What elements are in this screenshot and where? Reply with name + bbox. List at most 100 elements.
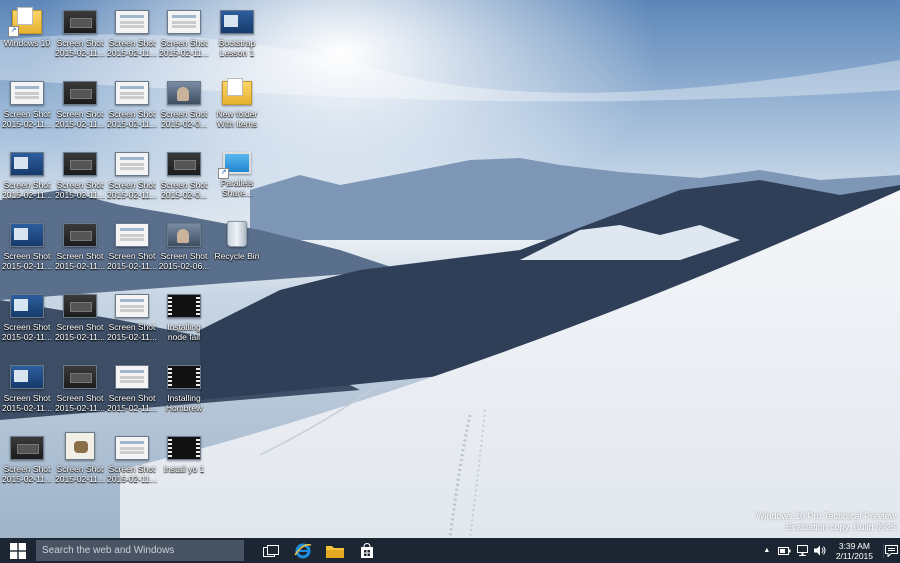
screenshot-thumbnail-icon	[63, 81, 97, 105]
icon-label-line2: 2015-02-11...	[55, 403, 105, 413]
desktop-icon[interactable]: Screen Shot 2015-02-11...	[53, 71, 107, 141]
desktop-icon[interactable]: Screen Shot 2015-02-11...	[0, 142, 54, 212]
desktop-icon[interactable]: Screen Shot 2015-02-11...	[105, 284, 159, 354]
screenshot-thumbnail-icon	[167, 223, 201, 247]
clock[interactable]: 3:39 AM 2/11/2015	[836, 541, 873, 561]
desktop-icon[interactable]: Bootstrap Lesson 1	[210, 0, 264, 70]
icon-label-line2: 2015-02-0...	[161, 190, 207, 200]
screenshot-thumbnail-icon	[115, 81, 149, 105]
desktop-icon[interactable]: Installing Hombrew	[157, 355, 211, 425]
desktop-icon-label: Screen Shot 2015-02-11...	[50, 251, 110, 271]
icon-label-line2: 2015-02-11...	[55, 474, 105, 484]
icon-label-line1: Install yo 1	[163, 464, 205, 474]
icon-label-line2: 2015-02-11...	[107, 48, 157, 58]
action-center-button[interactable]	[883, 543, 898, 558]
icon-label-line1: Screen Shot	[3, 180, 51, 190]
folder-icon	[326, 545, 344, 558]
desktop-icon-label: Screen Shot 2015-02-11...	[0, 109, 57, 129]
desktop-icon[interactable]: Recycle Bin	[210, 213, 264, 283]
desktop-icon[interactable]: Installing node fail	[157, 284, 211, 354]
desktop-icon-label: Recycle Bin	[207, 251, 267, 261]
icon-label-line1: Screen Shot	[108, 322, 156, 332]
screenshot-thumbnail-icon	[10, 223, 44, 247]
show-hidden-icons-button[interactable]: ▲	[760, 544, 774, 558]
desktop-icon[interactable]: Screen Shot 2015-02-11...	[105, 142, 159, 212]
icon-label-line2: 2015-02-11...	[2, 474, 52, 484]
screenshot-thumbnail-icon	[63, 10, 97, 34]
desktop-icon[interactable]: ↗ Windows 10	[0, 0, 54, 70]
screenshot-thumbnail-icon	[63, 294, 97, 318]
search-box[interactable]: Search the web and Windows	[36, 540, 244, 561]
desktop-icon[interactable]: Screen Shot 2015-02-11...	[0, 355, 54, 425]
screenshot-thumbnail-icon	[115, 152, 149, 176]
taskbar: Search the web and Windows ▲ 3:39 AM 2/1…	[0, 538, 900, 563]
desktop-icon[interactable]: Screen Shot 2015-02-11...	[105, 0, 159, 70]
network-status[interactable]	[796, 544, 810, 558]
volume-control[interactable]	[814, 544, 828, 558]
desktop-icon[interactable]: Screen Shot 2015-02-11...	[105, 355, 159, 425]
desktop-icon-label: Screen Shot 2015-02-11...	[50, 38, 110, 58]
icon-label-line2: 2015-02-11...	[2, 119, 52, 129]
icon-label-line1: Screen Shot	[160, 251, 208, 261]
desktop-icon-label: Screen Shot 2015-02-11...	[102, 464, 162, 484]
icon-label-line1: New folder	[216, 109, 258, 119]
notification-icon	[884, 544, 898, 557]
desktop-icon[interactable]: Screen Shot 2015-02-0...	[157, 142, 211, 212]
desktop-icon[interactable]: Install yo 1	[157, 426, 211, 496]
desktop-icon-label: Screen Shot 2015-02-11...	[0, 464, 57, 484]
search-placeholder: Search the web and Windows	[42, 545, 175, 556]
internet-explorer-button[interactable]	[288, 538, 318, 563]
battery-status[interactable]	[778, 544, 792, 558]
desktop-icon[interactable]: Screen Shot 2015-02-11...	[105, 213, 159, 283]
desktop-icon[interactable]: Screen Shot 2015-02-11...	[53, 426, 107, 496]
icon-label-line1: Screen Shot	[56, 180, 104, 190]
shortcut-arrow-icon: ↗	[218, 168, 229, 179]
desktop-icon-label: Install yo 1	[154, 464, 214, 474]
store-button[interactable]	[352, 538, 382, 563]
desktop-icon[interactable]: Screen Shot 2015-02-11...	[105, 71, 159, 141]
file-explorer-button[interactable]	[320, 538, 350, 563]
start-button[interactable]	[0, 538, 36, 563]
desktop-icon[interactable]: Screen Shot 2015-02-11...	[0, 284, 54, 354]
screenshot-thumbnail-icon	[115, 10, 149, 34]
desktop-icon[interactable]: Screen Shot 2015-02-06...	[157, 213, 211, 283]
speaker-icon	[814, 545, 826, 556]
battery-icon	[778, 546, 791, 555]
icon-label-line2: 2015-02-11...	[2, 190, 52, 200]
watermark-line1: Windows 10 Pro Technical Preview	[756, 511, 896, 521]
desktop-icon[interactable]: New folder With Items	[210, 71, 264, 141]
video-file-icon	[167, 436, 201, 460]
icon-label-line2: 2015-02-11...	[2, 403, 52, 413]
icon-label-line1: Parallels	[220, 178, 254, 188]
icon-label-line1: Screen Shot	[108, 180, 156, 190]
desktop-icon-label: Screen Shot 2015-02-11...	[50, 109, 110, 129]
desktop-icon[interactable]: Screen Shot 2015-02-11...	[53, 142, 107, 212]
icon-label-line2: 2015-02-11...	[107, 261, 157, 271]
desktop-icon-label: Screen Shot 2015-02-11...	[102, 109, 162, 129]
desktop-icon-label: Screen Shot 2015-02-11...	[102, 322, 162, 342]
desktop-icon[interactable]: Screen Shot 2015-02-11...	[157, 0, 211, 70]
desktop-icon[interactable]: Screen Shot 2015-02-11...	[0, 213, 54, 283]
desktop-icon[interactable]: Screen Shot 2015-02-11...	[0, 71, 54, 141]
desktop-icon[interactable]: Screen Shot 2015-02-11...	[53, 355, 107, 425]
screenshot-thumbnail-icon	[167, 10, 201, 34]
icon-label-line1: Screen Shot	[56, 109, 104, 119]
desktop-icon-label: Screen Shot 2015-02-11...	[0, 251, 57, 271]
screenshot-thumbnail-icon	[63, 365, 97, 389]
desktop-icon-label: Installing node fail	[154, 322, 214, 342]
desktop-icon[interactable]: Screen Shot 2015-02-11...	[53, 213, 107, 283]
clock-date: 2/11/2015	[835, 550, 873, 561]
icon-label-line1: Installing	[167, 393, 201, 403]
task-view-button[interactable]	[256, 538, 286, 563]
desktop-icon[interactable]: Screen Shot 2015-02-11...	[105, 426, 159, 496]
desktop-icon[interactable]: Screen Shot 2015-02-0...	[157, 71, 211, 141]
desktop-icon[interactable]: Screen Shot 2015-02-11...	[53, 0, 107, 70]
desktop-icon[interactable]: Screen Shot 2015-02-11...	[0, 426, 54, 496]
screenshot-thumbnail-icon	[167, 152, 201, 176]
icon-label-line2: Share...	[222, 188, 252, 198]
desktop-icon[interactable]: Screen Shot 2015-02-11...	[53, 284, 107, 354]
desktop-icon-label: Screen Shot 2015-02-11...	[0, 322, 57, 342]
icon-label-line1: Screen Shot	[56, 251, 104, 261]
icon-label-line2: 2015-02-11...	[107, 332, 157, 342]
desktop-icon[interactable]: ↗ Parallels Share...	[210, 142, 264, 212]
